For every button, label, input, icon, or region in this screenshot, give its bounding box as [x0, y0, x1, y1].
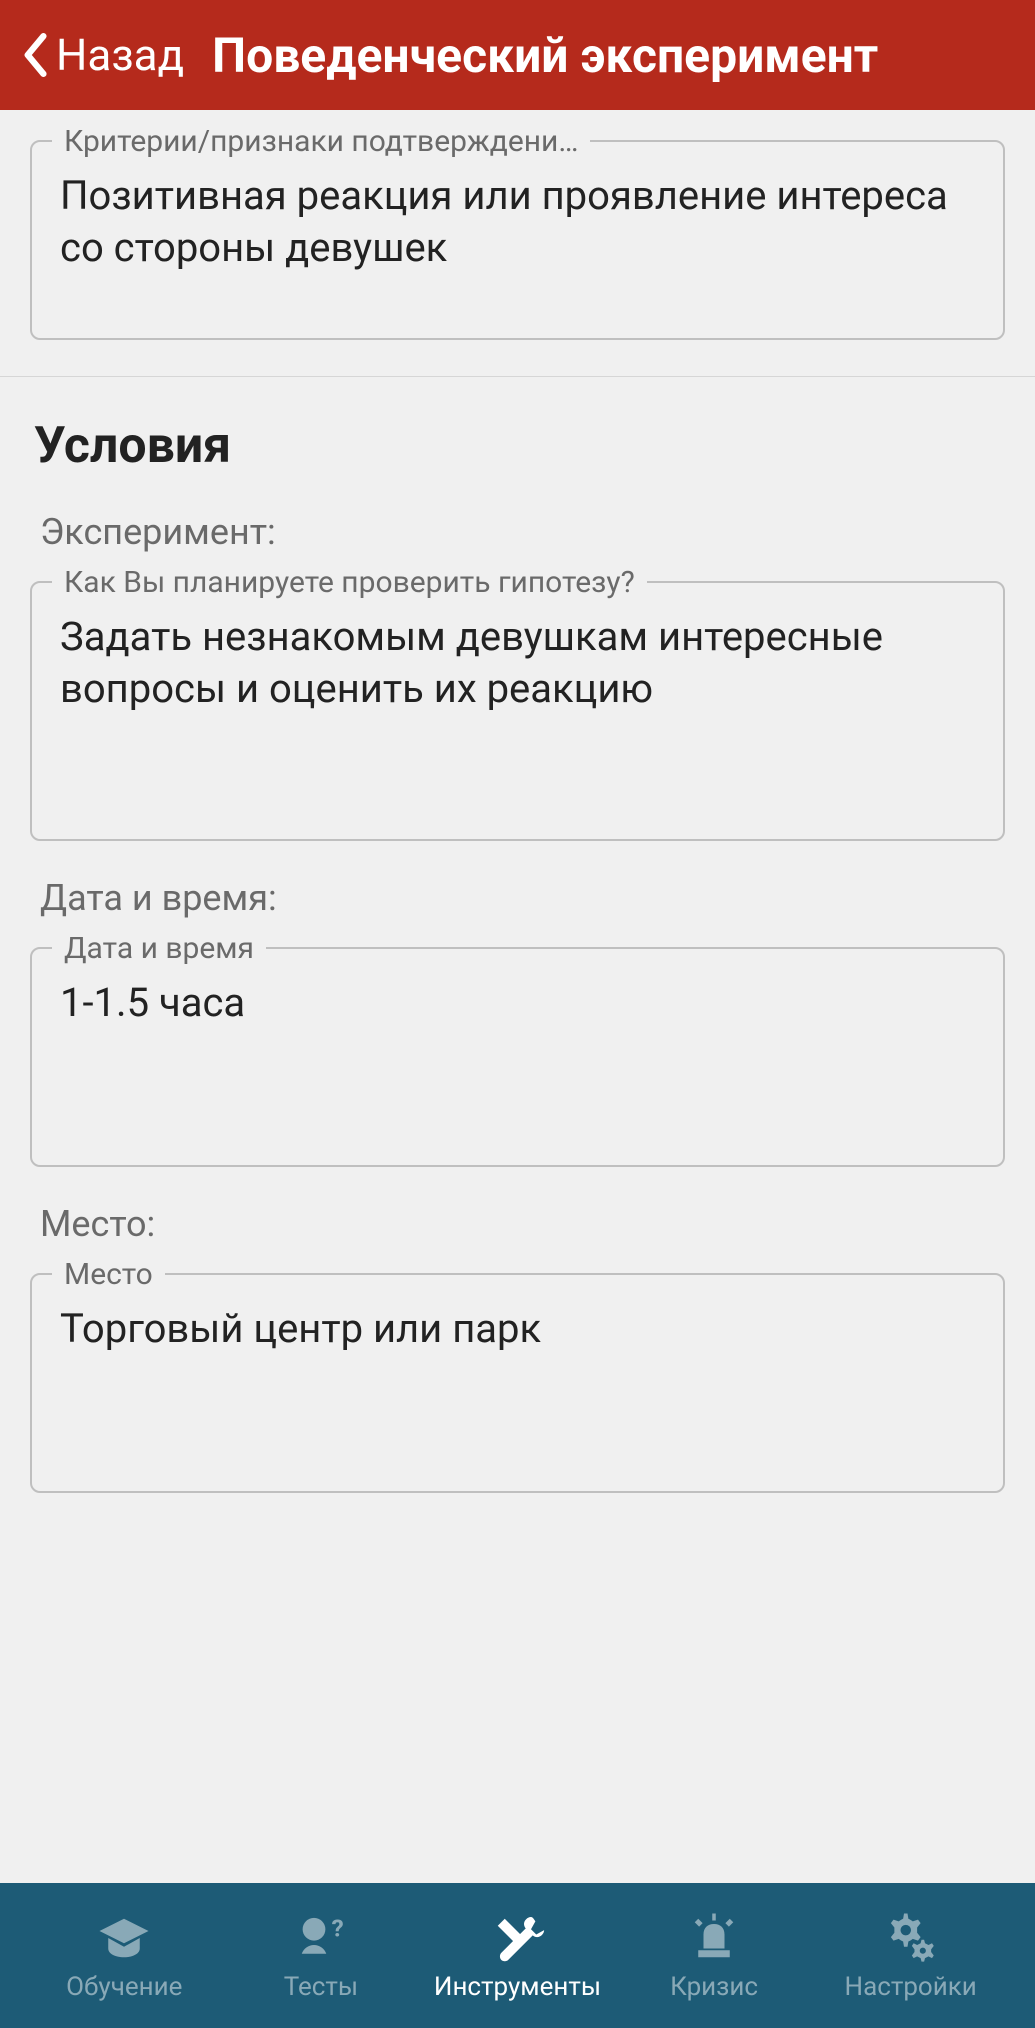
app-header: Назад Поведенческий эксперимент: [0, 0, 1035, 110]
back-label: Назад: [56, 29, 184, 81]
datetime-legend: Дата и время: [52, 931, 266, 966]
nav-item-settings[interactable]: Настройки: [812, 1910, 1009, 2002]
place-value: Торговый центр или парк: [60, 1303, 975, 1355]
bottom-nav: Обучение ? Тесты Инструменты Кризис Наст…: [0, 1883, 1035, 2028]
nav-label-settings: Настройки: [845, 1972, 977, 2002]
section-divider: [0, 376, 1035, 377]
datetime-label: Дата и время:: [40, 877, 1005, 919]
place-legend: Место: [52, 1257, 165, 1292]
siren-icon: [686, 1910, 742, 1966]
nav-item-tests[interactable]: ? Тесты: [223, 1910, 420, 2002]
nav-item-crisis[interactable]: Кризис: [616, 1910, 813, 2002]
place-field[interactable]: Место Торговый центр или парк: [30, 1273, 1005, 1493]
datetime-value: 1-1.5 часа: [60, 977, 975, 1029]
question-icon: ?: [293, 1910, 349, 1966]
page-title: Поведенческий эксперимент: [212, 27, 878, 84]
nav-item-learning[interactable]: Обучение: [26, 1910, 223, 2002]
nav-label-tests: Тесты: [284, 1972, 358, 2002]
tools-icon: [489, 1910, 545, 1966]
criteria-value: Позитивная реакция или проявление интере…: [60, 170, 975, 274]
back-button[interactable]: Назад: [20, 29, 184, 81]
nav-label-crisis: Кризис: [670, 1972, 758, 2002]
place-label: Место:: [40, 1203, 1005, 1245]
gears-icon: [883, 1910, 939, 1966]
criteria-legend: Критерии/признаки подтверждени…: [52, 124, 590, 159]
chevron-left-icon: [20, 33, 48, 77]
experiment-field[interactable]: Как Вы планируете проверить гипотезу? За…: [30, 581, 1005, 841]
datetime-field[interactable]: Дата и время 1-1.5 часа: [30, 947, 1005, 1167]
nav-label-learning: Обучение: [66, 1972, 182, 2002]
conditions-title: Условия: [34, 417, 1005, 475]
experiment-legend: Как Вы планируете проверить гипотезу?: [52, 565, 647, 600]
experiment-value: Задать незнакомым девушкам интересные во…: [60, 611, 975, 715]
graduation-icon: [96, 1910, 152, 1966]
svg-text:?: ?: [331, 1913, 343, 1942]
nav-label-tools: Инструменты: [434, 1972, 601, 2002]
nav-item-tools[interactable]: Инструменты: [419, 1910, 616, 2002]
experiment-label: Эксперимент:: [40, 511, 1005, 553]
main-content: Критерии/признаки подтверждени… Позитивн…: [0, 110, 1035, 1883]
criteria-field[interactable]: Критерии/признаки подтверждени… Позитивн…: [30, 140, 1005, 340]
